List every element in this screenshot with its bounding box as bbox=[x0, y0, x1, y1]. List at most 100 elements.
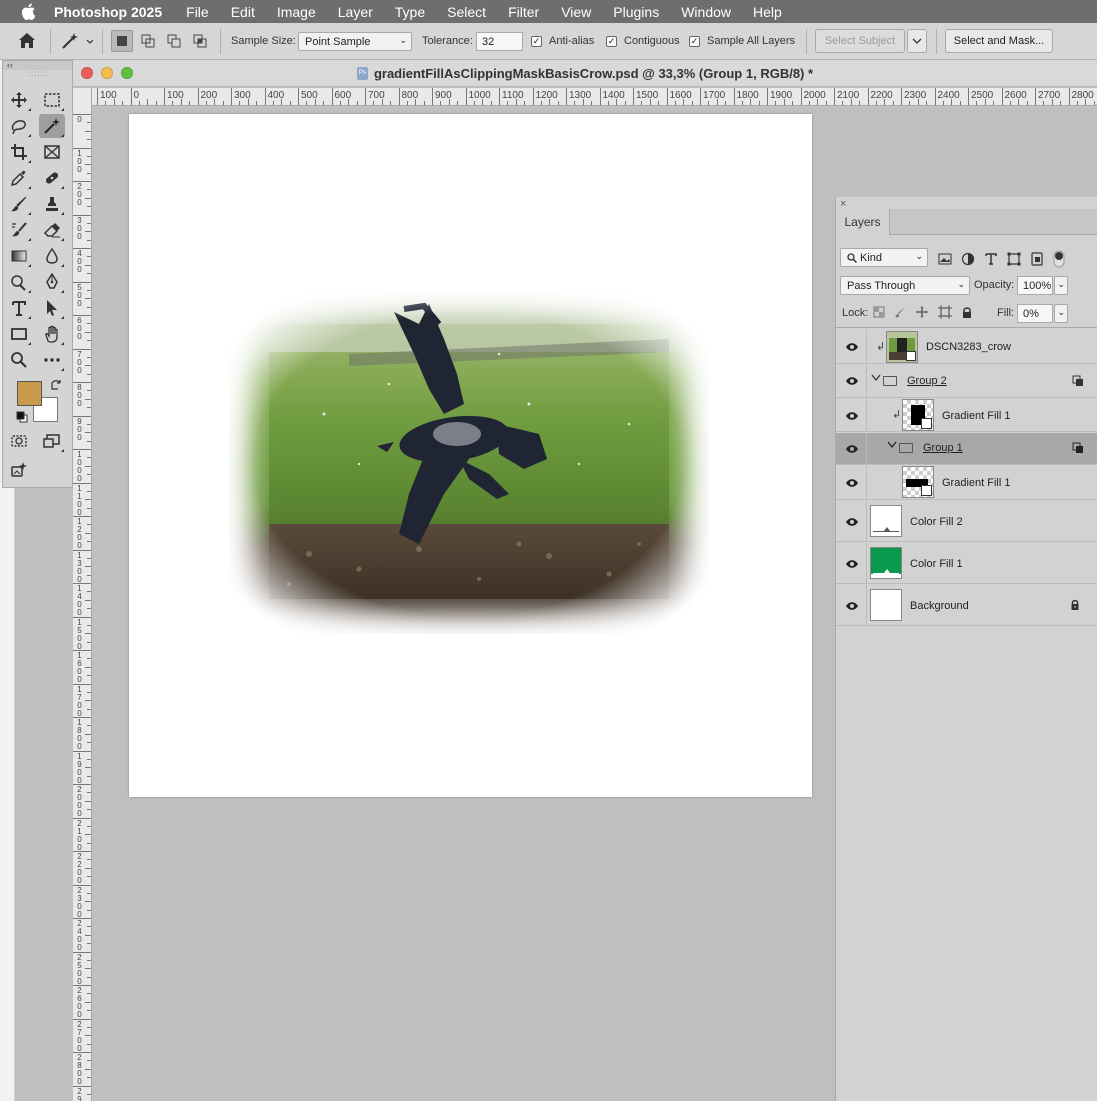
shape-layer-filter-icon[interactable] bbox=[1007, 252, 1021, 266]
gradient-tool-icon[interactable] bbox=[6, 244, 32, 268]
eyedropper-tool-icon[interactable] bbox=[6, 166, 32, 190]
ruler-minor-tick bbox=[105, 101, 107, 105]
new-selection-mode-button[interactable] bbox=[111, 30, 133, 52]
magic-wand-preset-icon[interactable] bbox=[60, 31, 94, 51]
blend-mode-dropdown[interactable]: Pass Through ⌄ bbox=[840, 276, 970, 295]
marquee-tool-icon[interactable] bbox=[39, 88, 65, 112]
vertical-ruler[interactable]: 0 1 0 0 2 0 0 3 0 0 4 0 0 5 0 0 6 0 0 7 0 0 8 0 … bbox=[73, 88, 92, 1101]
panel-grip[interactable]: :::::: bbox=[3, 70, 72, 78]
horizontal-ruler[interactable]: 100 0 100 200 300 400 500 600 700 800 900 1000 1100 1… bbox=[92, 88, 1097, 106]
select-and-mask-button[interactable]: Select and Mask... bbox=[945, 29, 1053, 53]
generative-fill-icon[interactable] bbox=[6, 458, 32, 482]
eraser-tool-icon[interactable] bbox=[39, 218, 65, 242]
layer-row-background[interactable]: Background bbox=[836, 585, 1097, 626]
frame-tool-icon[interactable] bbox=[39, 140, 65, 164]
app-name-menu[interactable]: Photoshop 2025 bbox=[54, 4, 162, 20]
move-tool-icon[interactable] bbox=[6, 88, 32, 112]
foreground-color-swatch[interactable] bbox=[17, 381, 42, 406]
contiguous-checkbox[interactable]: ✓ Contiguous bbox=[606, 35, 680, 47]
intersect-selection-mode-button[interactable] bbox=[189, 30, 211, 52]
rectangle-tool-icon[interactable] bbox=[6, 322, 32, 346]
more-tools-icon[interactable] bbox=[39, 348, 65, 372]
lock-artboard-icon[interactable] bbox=[938, 305, 952, 319]
hand-tool-icon[interactable] bbox=[39, 322, 65, 346]
layer-row-color-fill-2[interactable]: Color Fill 2 bbox=[836, 501, 1097, 542]
path-selection-tool-icon[interactable] bbox=[39, 296, 65, 320]
subtract-selection-mode-button[interactable] bbox=[163, 30, 185, 52]
layer-row-group-1-selected[interactable]: Group 1 bbox=[836, 433, 1097, 465]
visibility-eye-icon[interactable] bbox=[844, 340, 860, 354]
visibility-eye-icon[interactable] bbox=[844, 409, 860, 423]
layer-row-group-2[interactable]: Group 2 bbox=[836, 365, 1097, 398]
quick-mask-icon[interactable] bbox=[6, 429, 32, 453]
anti-alias-checkbox[interactable]: ✓ Anti-alias bbox=[531, 35, 594, 47]
lasso-tool-icon[interactable] bbox=[6, 114, 32, 138]
layer-row-dscn3283-crow[interactable]: ↲ DSCN3283_crow bbox=[836, 330, 1097, 364]
menu-view[interactable]: View bbox=[561, 4, 591, 20]
fill-input[interactable]: 0% bbox=[1017, 304, 1053, 323]
menu-edit[interactable]: Edit bbox=[231, 4, 255, 20]
default-colors-icon[interactable] bbox=[16, 411, 28, 423]
sample-all-layers-checkbox[interactable]: ✓ Sample All Layers bbox=[689, 35, 795, 47]
menu-image[interactable]: Image bbox=[277, 4, 316, 20]
lock-image-pixels-icon[interactable] bbox=[894, 306, 906, 318]
lock-transparent-pixels-icon[interactable] bbox=[873, 306, 885, 318]
visibility-eye-icon[interactable] bbox=[844, 442, 860, 456]
smart-object-filter-icon[interactable] bbox=[1030, 252, 1044, 266]
lock-position-icon[interactable] bbox=[915, 305, 929, 319]
fill-slider-button[interactable]: ⌄ bbox=[1054, 304, 1068, 323]
opacity-input[interactable]: 100% bbox=[1017, 276, 1053, 295]
pen-tool-icon[interactable] bbox=[39, 270, 65, 294]
screen-mode-icon[interactable] bbox=[39, 429, 65, 453]
blur-tool-icon[interactable] bbox=[39, 244, 65, 268]
chevron-down-icon[interactable] bbox=[871, 374, 881, 385]
filter-toggle-icon[interactable] bbox=[1053, 250, 1065, 268]
home-icon[interactable] bbox=[18, 32, 36, 49]
add-selection-mode-button[interactable] bbox=[137, 30, 159, 52]
menu-layer[interactable]: Layer bbox=[338, 4, 373, 20]
zoom-window-button[interactable] bbox=[121, 67, 133, 79]
menu-select[interactable]: Select bbox=[447, 4, 486, 20]
dodge-tool-icon[interactable] bbox=[6, 270, 32, 294]
type-layer-filter-icon[interactable] bbox=[984, 252, 998, 266]
smart-object-badge-icon bbox=[906, 351, 916, 361]
magic-wand-tool-icon[interactable] bbox=[39, 114, 65, 138]
swap-colors-icon[interactable] bbox=[50, 379, 62, 391]
adjustment-layer-filter-icon[interactable] bbox=[961, 252, 975, 266]
brush-tool-icon[interactable] bbox=[6, 192, 32, 216]
layer-row-color-fill-1[interactable]: Color Fill 1 bbox=[836, 543, 1097, 584]
layer-row-gradient-fill-1-clipped[interactable]: ↲ Gradient Fill 1 bbox=[836, 399, 1097, 432]
close-window-button[interactable] bbox=[81, 67, 93, 79]
crop-tool-icon[interactable] bbox=[6, 140, 32, 164]
menu-plugins[interactable]: Plugins bbox=[613, 4, 659, 20]
layer-row-gradient-fill-1[interactable]: Gradient Fill 1 bbox=[836, 466, 1097, 500]
menu-filter[interactable]: Filter bbox=[508, 4, 539, 20]
menu-file[interactable]: File bbox=[186, 4, 209, 20]
sample-size-dropdown[interactable]: Point Sample ⌄ bbox=[298, 32, 412, 51]
menu-type[interactable]: Type bbox=[395, 4, 425, 20]
opacity-slider-button[interactable]: ⌄ bbox=[1054, 276, 1068, 295]
type-tool-icon[interactable] bbox=[6, 296, 32, 320]
pixel-layer-filter-icon[interactable] bbox=[938, 253, 952, 265]
apple-icon[interactable] bbox=[20, 3, 38, 20]
menu-help[interactable]: Help bbox=[753, 4, 782, 20]
layer-filter-dropdown[interactable]: Kind ⌄ bbox=[840, 248, 928, 267]
chevron-down-icon[interactable] bbox=[887, 441, 897, 452]
zoom-tool-icon[interactable] bbox=[6, 348, 32, 372]
visibility-eye-icon[interactable] bbox=[844, 515, 860, 529]
visibility-eye-icon[interactable] bbox=[844, 476, 860, 490]
visibility-eye-icon[interactable] bbox=[844, 599, 860, 613]
healing-brush-tool-icon[interactable] bbox=[39, 166, 65, 190]
minimize-window-button[interactable] bbox=[101, 67, 113, 79]
select-subject-options-button[interactable] bbox=[907, 29, 927, 53]
lock-all-icon[interactable] bbox=[961, 306, 973, 319]
menu-window[interactable]: Window bbox=[681, 4, 731, 20]
history-brush-tool-icon[interactable] bbox=[6, 218, 32, 242]
clone-stamp-tool-icon[interactable] bbox=[39, 192, 65, 216]
tolerance-input[interactable]: 32 bbox=[476, 32, 523, 51]
tab-layers[interactable]: Layers bbox=[836, 209, 890, 235]
select-subject-button[interactable]: Select Subject bbox=[815, 29, 905, 53]
document-canvas[interactable] bbox=[129, 114, 812, 797]
visibility-eye-icon[interactable] bbox=[844, 374, 860, 388]
visibility-eye-icon[interactable] bbox=[844, 557, 860, 571]
